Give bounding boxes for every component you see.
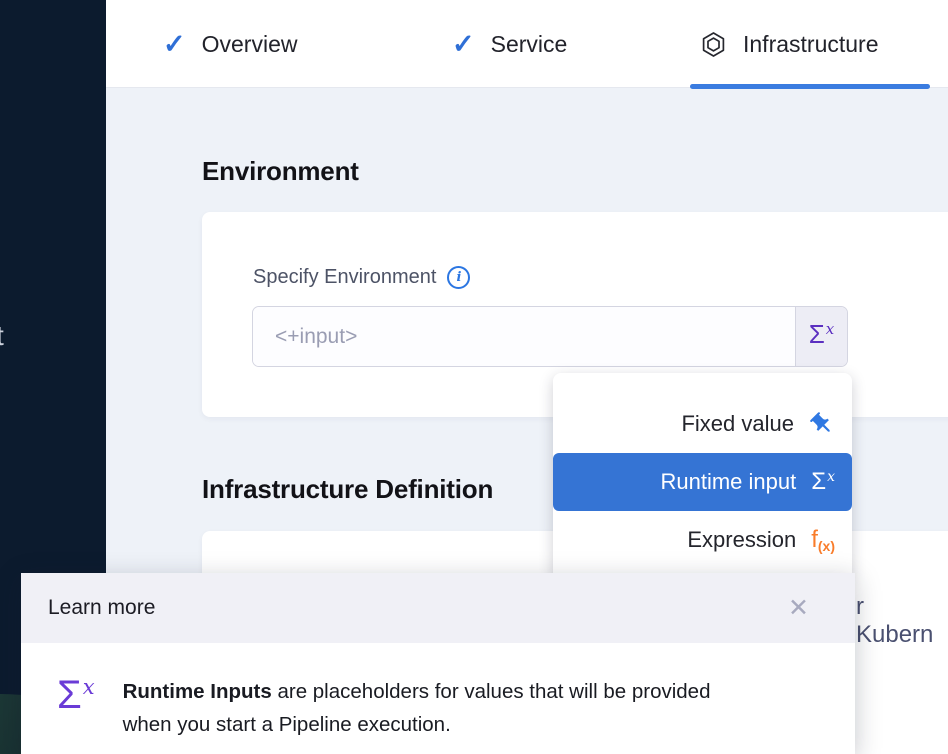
tab-service[interactable]: ✓ Service [452,0,567,88]
specify-environment-label: Specify Environment i [253,266,470,289]
popover-header: Learn more ✕ [21,573,855,643]
popover-title: Learn more [48,596,155,620]
popover-text-bold: Runtime Inputs [123,680,272,703]
fx-icon: f(x) [811,528,835,553]
infrastructure-definition-heading: Infrastructure Definition [202,474,493,505]
pin-icon [809,411,835,437]
check-icon: ✓ [452,31,475,58]
dropdown-item-fixed-value[interactable]: Fixed value [553,395,852,453]
sidebar-clipped-text: t [0,320,4,352]
dropdown-item-label: Expression [687,527,796,553]
hexagon-icon [700,31,727,58]
tab-infrastructure[interactable]: Infrastructure [700,0,879,88]
sigma-x-icon: Σx [811,470,835,494]
active-tab-indicator [690,84,930,89]
value-type-dropdown: Fixed value Runtime input Σx Expression … [553,373,852,580]
dropdown-item-expression[interactable]: Expression f(x) [553,511,852,569]
tab-label: Overview [202,31,298,58]
clipped-card-text: r Kubern [856,593,948,649]
tab-overview[interactable]: ✓ Overview [163,0,297,88]
popover-text: Runtime Inputs are placeholders for valu… [123,675,723,741]
multi-type-button[interactable]: Σx [796,307,847,366]
dropdown-item-runtime-input[interactable]: Runtime input Σx [553,453,852,511]
environment-heading: Environment [202,156,359,187]
info-icon[interactable]: i [447,266,470,289]
field-label-text: Specify Environment [253,266,436,289]
dropdown-item-label: Fixed value [681,411,794,437]
check-icon: ✓ [163,31,186,58]
tab-label: Service [491,31,568,58]
dropdown-item-label: Runtime input [661,469,797,495]
close-icon[interactable]: ✕ [788,596,809,621]
stage-tab-bar: ✓ Overview ✓ Service Infrastructure [106,0,948,88]
app-frame: t ✓ Overview ✓ Service Infrastructure En… [0,0,948,754]
environment-input-group: Σx [252,306,848,367]
runtime-input-icon: Σx [809,321,835,347]
learn-more-popover: Learn more ✕ Σx Runtime Inputs are place… [21,573,855,754]
popover-body: Σx Runtime Inputs are placeholders for v… [21,643,855,741]
sigma-x-icon: Σx [57,675,95,741]
tab-label: Infrastructure [743,31,879,58]
environment-input[interactable] [253,307,796,366]
